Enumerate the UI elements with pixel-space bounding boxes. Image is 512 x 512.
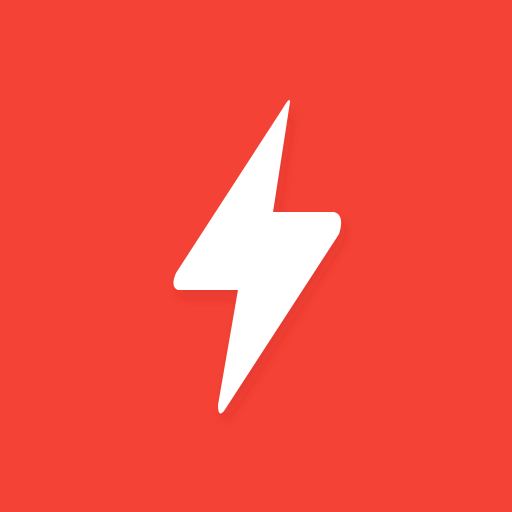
lightning-bolt-icon <box>173 100 342 414</box>
lightning-bolt-shape <box>173 100 342 414</box>
app-icon <box>0 0 512 512</box>
